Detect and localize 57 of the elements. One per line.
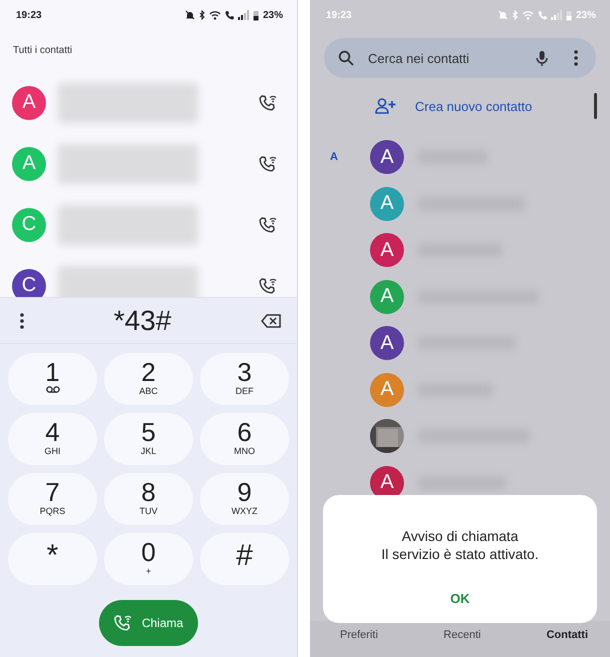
- signal-icon: [238, 10, 249, 20]
- scrollbar[interactable]: [594, 93, 597, 119]
- wifi-call-icon[interactable]: [259, 216, 277, 234]
- dial-key[interactable]: #: [200, 533, 289, 585]
- dial-key[interactable]: 6 MNO: [200, 413, 289, 465]
- dialog-message: Il servizio è stato attivato.: [381, 545, 539, 563]
- wifi-icon: [522, 10, 534, 20]
- dial-key[interactable]: 9 WXYZ: [200, 473, 289, 525]
- wifi-call-icon[interactable]: [259, 276, 277, 294]
- contact-avatar[interactable]: A: [370, 326, 404, 360]
- dial-key[interactable]: 7 PQRS: [8, 473, 97, 525]
- battery-icon: [252, 10, 259, 20]
- dial-key[interactable]: 1: [8, 353, 97, 405]
- nav-tab[interactable]: Preferiti: [340, 629, 378, 657]
- dial-key[interactable]: 0 +: [104, 533, 193, 585]
- contact-avatar[interactable]: C: [12, 268, 46, 297]
- dialog-title: Avviso di chiamata: [402, 527, 518, 545]
- contact-avatar[interactable]: A: [370, 140, 404, 174]
- search-field[interactable]: Cerca nei contatti: [324, 38, 596, 78]
- phone-icon: [224, 10, 234, 20]
- more-options-icon[interactable]: [20, 312, 24, 328]
- muted-bell-icon: [184, 10, 195, 20]
- dial-key[interactable]: 8 TUV: [104, 473, 193, 525]
- contact-avatar[interactable]: A: [370, 233, 404, 268]
- dialed-number: *43#: [114, 304, 172, 336]
- bluetooth-icon: [198, 10, 205, 20]
- phone-icon: [538, 10, 547, 20]
- contact-avatar[interactable]: A: [12, 86, 46, 120]
- search-input[interactable]: Cerca nei contatti: [366, 50, 524, 66]
- status-time: 19:23: [16, 10, 42, 20]
- dial-key[interactable]: *: [8, 533, 97, 585]
- wifi-call-icon: [114, 614, 132, 632]
- call-button[interactable]: Chiama: [99, 600, 198, 646]
- backspace-icon[interactable]: [261, 314, 281, 328]
- muted-bell-icon: [498, 10, 508, 20]
- nav-tab[interactable]: Recenti: [444, 629, 481, 657]
- dial-key[interactable]: 3 DEF: [200, 353, 289, 405]
- dial-key[interactable]: 5 JKL: [104, 413, 193, 465]
- dial-key[interactable]: 2 ABC: [104, 353, 193, 405]
- bluetooth-icon: [512, 10, 518, 20]
- wifi-icon: [208, 10, 221, 20]
- voicemail-icon: [46, 386, 60, 393]
- index-letter: A: [329, 151, 339, 164]
- section-title: Tutti i contatti: [12, 44, 74, 58]
- ok-button[interactable]: OK: [442, 589, 478, 608]
- nav-tab[interactable]: Contatti: [546, 629, 588, 657]
- microphone-icon[interactable]: [536, 50, 548, 66]
- signal-icon: [550, 10, 562, 20]
- dial-key[interactable]: 4 GHI: [8, 413, 97, 465]
- add-person-icon[interactable]: [375, 98, 397, 114]
- battery-icon: [566, 10, 572, 20]
- wifi-call-icon[interactable]: [259, 154, 277, 172]
- search-icon: [338, 50, 354, 66]
- battery-percent: 23%: [262, 10, 283, 20]
- wifi-call-icon[interactable]: [259, 94, 277, 112]
- more-options-icon[interactable]: [574, 50, 578, 66]
- create-contact-link[interactable]: Crea nuovo contatto: [415, 98, 532, 114]
